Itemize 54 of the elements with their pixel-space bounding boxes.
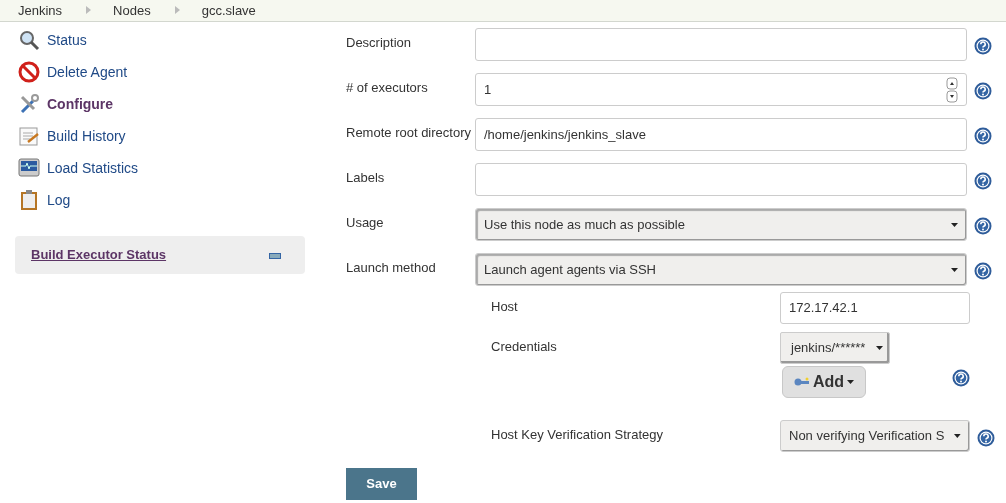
caret-icon [951,267,958,272]
text-field[interactable]: /home/jenkins/jenkins_slave [475,118,967,151]
help-icon[interactable] [974,37,992,55]
save-button[interactable]: Save [346,468,417,500]
field-label: Description [346,34,413,52]
caret-icon [954,434,961,438]
help-icon[interactable] [977,429,995,447]
sidebar-item[interactable]: Delete Agent [15,56,305,88]
tools-icon [18,93,40,115]
widget-title-link[interactable]: Build Executor Status [31,245,167,265]
sidebar-item[interactable]: Log [15,184,305,216]
field-label: Host Key Verification Strategy [491,426,664,444]
add-button[interactable]: Add [782,366,866,398]
select-field[interactable]: Launch agent agents via SSH [475,253,967,286]
breadcrumb-link[interactable]: gcc.slave [201,0,256,22]
caret-icon [951,222,958,227]
spinner-icon[interactable] [946,76,958,103]
select-field[interactable]: Non verifying Verification S [780,420,970,452]
help-icon[interactable] [974,82,992,100]
number-field[interactable]: 1 [475,73,967,106]
chevron-icon [86,6,92,15]
caret-icon [876,346,883,350]
field-label: Remote root directory [346,124,472,142]
monitor-icon [18,157,40,179]
sidebar-item[interactable]: Status [15,24,305,56]
breadcrumb-link[interactable]: Nodes [113,0,151,22]
text-field[interactable]: 172.17.42.1 [780,292,970,324]
select-field[interactable]: jenkins/****** [780,332,890,364]
text-field[interactable] [475,28,967,61]
clipboard-icon [18,189,40,211]
breadcrumb-link[interactable]: Jenkins [18,0,63,22]
magnifier-icon [18,29,40,51]
text-field[interactable] [475,163,967,196]
field-label: Usage [346,214,385,232]
select-field[interactable]: Use this node as much as possible [475,208,967,241]
help-icon[interactable] [974,262,992,280]
field-label: # of executors [346,79,429,97]
field-label: Credentials [491,338,558,356]
sidebar-item[interactable]: Configure [15,88,305,120]
field-label: Launch method [346,259,437,277]
chevron-icon [174,6,180,15]
help-icon[interactable] [952,368,970,387]
sidebar-item[interactable]: Load Statistics [15,152,305,184]
key-icon [793,377,810,387]
help-icon[interactable] [974,172,992,190]
help-icon[interactable] [974,127,992,145]
field-label: Host [491,298,519,316]
sidebar-item[interactable]: Build History [15,120,305,152]
notepad-icon [18,125,40,147]
no-entry-icon [18,61,40,83]
field-label: Labels [346,169,386,187]
collapse-icon[interactable] [269,252,281,259]
caret-icon [847,380,855,384]
help-icon[interactable] [974,217,992,235]
